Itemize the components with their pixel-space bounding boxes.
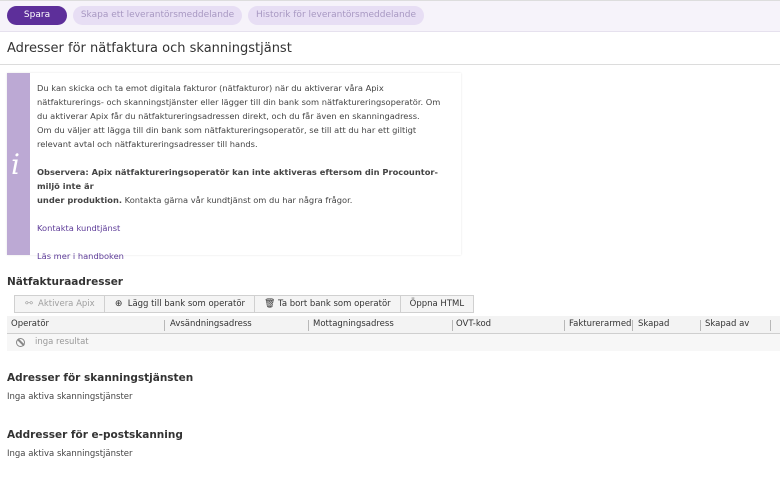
email-scanning-empty-text: Inga aktiva skanningstjänster [7,449,133,459]
column-header-ovt-code[interactable]: OVT-kod [456,316,561,333]
info-line: nätfakturerings- och skanningstjänster e… [37,97,441,107]
activate-apix-label: Aktivera Apix [38,299,95,309]
info-text: Du kan skicka och ta emot digitala faktu… [37,81,455,263]
add-bank-label: Lägg till bank som operatör [127,299,246,309]
notice-bold: Observera: Apix nätfaktureringsoperatör … [37,167,438,191]
info-icon: i [11,148,20,181]
column-header-created[interactable]: Skapad [638,316,698,333]
supplier-message-history-button[interactable]: Historik för leverantörsmeddelande [248,6,424,25]
info-line: du aktiverar Apix får du nätfakturerings… [37,111,420,121]
handbook-link[interactable]: Läs mer i handboken [37,251,124,261]
add-bank-operator-button[interactable]: ⊕ Lägg till bank som operatör [103,295,256,313]
email-scanning-section-title: Addresser för e-postskanning [7,429,183,441]
info-line: Om du väljer att lägga till din bank som… [37,125,417,135]
column-divider[interactable] [632,320,633,331]
title-divider [0,64,780,65]
column-divider[interactable] [564,320,565,331]
notice-line: under produktion. Kontakta gärna vår kun… [37,193,455,207]
scanning-empty-text: Inga aktiva skanningstjänster [7,392,133,402]
add-circle-icon: ⊕ [114,299,123,309]
open-html-button[interactable]: Öppna HTML [399,295,475,313]
einvoice-toolbar: ⚯ Aktivera Apix ⊕ Lägg till bank som opera… [14,295,475,313]
info-line: Du kan skicka och ta emot digitala faktu… [37,83,384,93]
einvoice-section-title: Nätfakturaadresser [7,276,123,288]
activate-apix-button[interactable]: ⚯ Aktivera Apix [14,295,105,313]
no-entry-icon [16,337,25,347]
remove-bank-label: Ta bort bank som operatör [278,299,391,309]
column-header-sending-address[interactable]: Avsändningsadress [170,316,305,333]
contact-support-link[interactable]: Kontakta kundtjänst [37,223,120,233]
column-header-operator[interactable]: Operatör [11,316,161,333]
column-divider[interactable] [164,320,165,331]
plug-icon: ⚯ [25,299,33,309]
column-divider[interactable] [452,320,453,331]
info-panel: i Du kan skicka och ta emot digitala fak… [7,73,461,261]
empty-state: inga resultat [16,337,89,347]
notice-line: Observera: Apix nätfaktureringsoperatör … [37,165,455,193]
save-button[interactable]: Spara [7,6,67,25]
empty-state-text: inga resultat [35,337,89,347]
open-html-label: Öppna HTML [409,299,465,309]
notice-bold: under produktion. [37,195,123,205]
info-bar: i [7,73,30,255]
page-title: Adresser för nätfaktura och skanningstjä… [7,41,292,56]
table-body: inga resultat [7,334,780,351]
column-divider[interactable] [770,320,771,331]
column-header-receiving-address[interactable]: Mottagningsadress [313,316,450,333]
action-bar: Spara Skapa ett leverantörsmeddelande Hi… [0,0,780,32]
table-header: Operatör Avsändningsadress Mottagningsad… [7,316,780,334]
notice-text: Kontakta gärna vår kundtjänst om du har … [122,195,353,205]
scanning-section-title: Adresser för skanningstjänsten [7,372,194,384]
create-supplier-message-button[interactable]: Skapa ett leverantörsmeddelande [73,6,242,25]
column-divider[interactable] [700,320,701,331]
column-divider[interactable] [308,320,309,331]
column-header-invoicer[interactable]: Fakturerarmed [569,316,631,333]
column-header-created-by[interactable]: Skapad av [705,316,765,333]
trash-icon: 🗑 [264,299,276,309]
info-line: relevant avtal och nätfaktureringsadress… [37,139,258,149]
remove-bank-operator-button[interactable]: 🗑 Ta bort bank som operatör [254,295,401,313]
